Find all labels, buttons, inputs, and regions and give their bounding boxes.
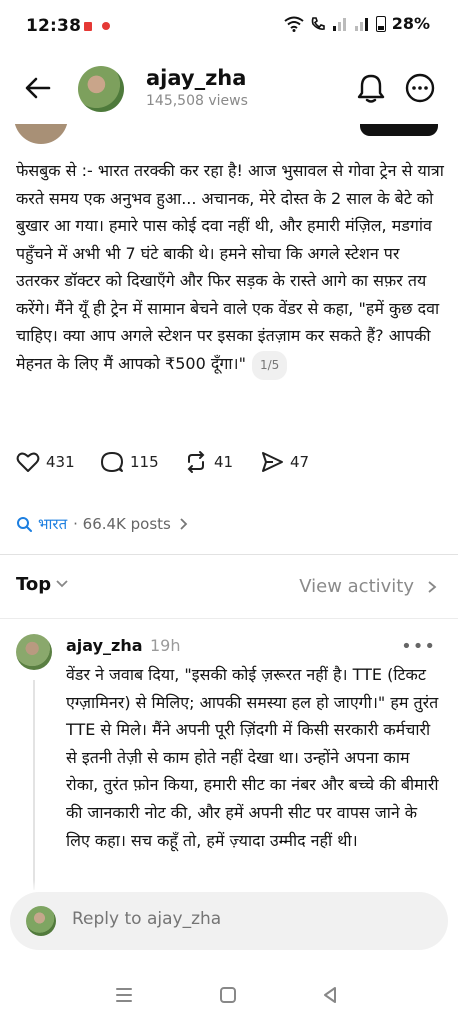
more-button[interactable] (404, 72, 436, 104)
notification-icon (84, 22, 92, 31)
heart-icon (16, 452, 40, 472)
status-icons: 28% (284, 14, 430, 33)
reply-avatar[interactable] (16, 634, 52, 670)
reply-button[interactable]: 115 (100, 450, 184, 474)
back-button[interactable] (22, 72, 54, 104)
topic-post-count: · 66.4K posts (73, 515, 171, 533)
share-icon (262, 452, 283, 472)
chevron-right-icon (180, 518, 188, 530)
reply-text: वेंडर ने जवाब दिया, "इसकी कोई ज़रूरत नही… (66, 665, 439, 850)
reply-input[interactable] (72, 909, 412, 929)
repost-icon (187, 451, 205, 473)
wifi-icon (284, 16, 304, 32)
battery-icon (375, 15, 386, 32)
reply-more-button[interactable]: ••• (401, 636, 436, 657)
thread-line (33, 680, 35, 890)
back-triangle-icon (324, 987, 336, 1003)
divider (0, 554, 458, 555)
like-button[interactable]: 431 (16, 450, 100, 474)
avatar[interactable] (78, 66, 124, 112)
reply-timestamp: 19h (150, 636, 181, 655)
composer-avatar (26, 906, 56, 936)
topic-name[interactable]: भारत (38, 514, 67, 534)
view-count: 145,508 views (146, 93, 248, 109)
status-time: 12:38 (26, 16, 82, 36)
home-icon (220, 987, 236, 1003)
signal-icon (332, 17, 346, 31)
reply-username[interactable]: ajay_zha (66, 636, 143, 655)
comment-icon (101, 452, 123, 472)
post-text: फेसबुक से :- भारत तरक्की कर रहा है! आज भ… (16, 157, 444, 380)
repost-count: 41 (214, 453, 234, 471)
share-count: 47 (290, 453, 310, 471)
post-body: फेसबुक से :- भारत तरक्की कर रहा है! आज भ… (16, 161, 444, 373)
status-bar: 12:38 28% (0, 0, 458, 52)
bell-icon (357, 74, 385, 103)
search-icon (17, 517, 32, 532)
divider (0, 618, 458, 619)
fade-overlay (0, 880, 458, 892)
recent-apps-button[interactable] (112, 984, 136, 1006)
page-indicator[interactable]: 1/5 (251, 350, 288, 380)
back-nav-button[interactable] (318, 984, 342, 1006)
header: ajay_zha 145,508 views (0, 52, 458, 124)
share-button[interactable]: 47 (260, 450, 330, 474)
topic-tag[interactable]: भारत · 66.4K posts (16, 514, 189, 534)
battery-level: 28% (391, 14, 430, 33)
profile-username[interactable]: ajay_zha (146, 66, 246, 90)
signal2-icon (354, 17, 368, 31)
home-button[interactable] (216, 984, 240, 1006)
system-nav-bar (0, 966, 458, 1024)
call-icon (311, 16, 325, 30)
view-activity-link[interactable]: View activity (299, 576, 414, 597)
chevron-down-icon[interactable] (54, 576, 70, 592)
sort-dropdown[interactable]: Top (16, 574, 51, 595)
reply-composer[interactable] (10, 892, 448, 950)
more-icon (405, 73, 435, 103)
like-count: 431 (46, 453, 75, 471)
notifications-button[interactable] (356, 72, 386, 104)
repost-button[interactable]: 41 (184, 450, 260, 474)
sort-row: Top View activity (16, 574, 442, 600)
reply-count: 115 (130, 453, 159, 471)
notification-dot-icon (102, 22, 110, 30)
menu-icon (116, 988, 132, 1002)
post-actions: 431 115 41 47 (16, 450, 330, 474)
chevron-right-icon[interactable] (426, 579, 438, 595)
back-arrow-icon (25, 77, 51, 99)
